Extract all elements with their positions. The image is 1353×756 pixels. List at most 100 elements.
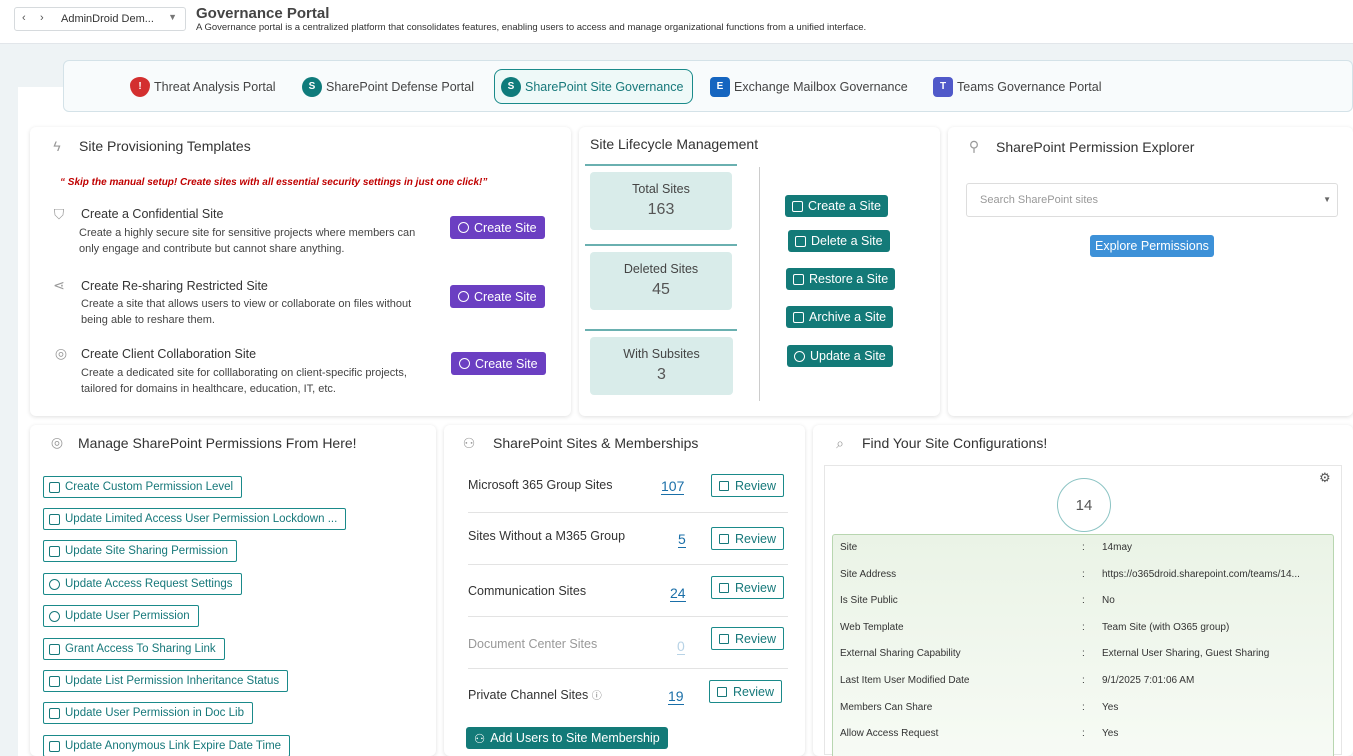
row-label: Communication Sites — [468, 584, 587, 598]
back-arrow-icon[interactable]: ‹ — [22, 12, 26, 24]
sharepoint-icon: S — [302, 76, 322, 97]
tab-sharepoint-defense[interactable]: S SharePoint Defense Portal — [296, 69, 480, 104]
review-button[interactable]: Review — [709, 680, 782, 703]
config-key: External Sharing Capability — [840, 648, 961, 659]
delete-site-button[interactable]: Delete a Site — [788, 230, 890, 252]
grant-access-sharing-link-button[interactable]: Grant Access To Sharing Link — [43, 638, 225, 660]
site-update-icon — [794, 350, 805, 362]
tenant-navigator: ‹ › AdminDroid Dem... ▼ — [14, 7, 186, 31]
config-separator: : — [1082, 702, 1085, 713]
button-label: Archive a Site — [809, 310, 887, 324]
config-value: 9/1/2025 7:01:06 AM — [1102, 675, 1195, 686]
row-label-text: Private Channel Sites — [468, 688, 589, 702]
globe-icon — [458, 222, 469, 233]
config-separator: : — [1082, 569, 1085, 580]
config-separator: : — [1082, 675, 1085, 686]
lock-icon — [49, 513, 60, 525]
button-label: Update List Permission Inheritance Statu… — [65, 675, 280, 687]
configuration-table: Site: 14may Site Address: https://o365droi… — [832, 534, 1334, 756]
manage-permissions-card: ◎ Manage SharePoint Permissions From Her… — [30, 425, 436, 756]
update-user-permission-doclib-button[interactable]: Update User Permission in Doc Lib — [43, 702, 253, 724]
config-value: No — [1102, 595, 1115, 606]
site-archive-icon — [793, 311, 804, 323]
row-count-link[interactable]: 24 — [670, 585, 686, 602]
chevron-down-icon[interactable]: ▼ — [168, 12, 177, 22]
button-label: Review — [735, 531, 776, 546]
button-label: Create a Site — [808, 199, 881, 213]
permission-explorer-card: ⚲ SharePoint Permission Explorer Search … — [948, 127, 1353, 416]
archive-site-button[interactable]: Archive a Site — [786, 306, 894, 328]
tab-sharepoint-site-governance[interactable]: S SharePoint Site Governance — [494, 69, 693, 104]
config-key: Site — [840, 542, 858, 553]
review-button[interactable]: Review — [711, 627, 784, 650]
create-custom-permission-level-button[interactable]: Create Custom Permission Level — [43, 476, 243, 498]
tab-exchange-mailbox[interactable]: E Exchange Mailbox Governance — [704, 69, 914, 104]
with-subsites-stat: With Subsites 3 — [590, 337, 733, 395]
explore-permissions-button[interactable]: Explore Permissions — [1090, 235, 1214, 257]
lifecycle-card: Site Lifecycle Management Total Sites 16… — [579, 127, 940, 416]
button-label: Update Limited Access User Permission Lo… — [65, 513, 338, 525]
template-title: Create a Confidential Site — [81, 207, 224, 221]
config-row: Is Site Public: No — [833, 588, 1333, 614]
forward-arrow-icon[interactable]: › — [40, 12, 44, 24]
config-separator: : — [1082, 622, 1085, 633]
external-link-icon — [719, 480, 729, 491]
button-label: Review — [735, 580, 776, 595]
config-value: Team Site (with O365 group) — [1102, 622, 1230, 633]
external-link-icon — [719, 533, 729, 544]
row-label: Private Channel Sites ⓘ — [468, 687, 602, 702]
row-count-link[interactable]: 107 — [661, 478, 685, 495]
sharing-icon — [49, 545, 60, 557]
create-confidential-site-button[interactable]: Create Site — [450, 216, 545, 239]
update-site-sharing-permission-button[interactable]: Update Site Sharing Permission — [43, 540, 237, 562]
restore-site-button[interactable]: Restore a Site — [786, 268, 896, 290]
membership-row: Private Channel Sites ⓘ 19 Review — [468, 669, 788, 721]
create-site-button[interactable]: Create a Site — [785, 195, 888, 217]
row-count-link[interactable]: 0 — [677, 638, 685, 655]
exchange-icon: E — [710, 76, 730, 97]
update-site-button[interactable]: Update a Site — [787, 345, 893, 367]
stat-label: Deleted Sites — [623, 262, 699, 276]
document-icon — [49, 707, 60, 719]
tab-threat-analysis[interactable]: ! Threat Analysis Portal — [124, 69, 282, 104]
row-count-link[interactable]: 5 — [678, 531, 686, 548]
stat-value: 3 — [657, 366, 666, 383]
update-limited-access-lockdown-button[interactable]: Update Limited Access User Permission Lo… — [43, 508, 347, 530]
update-list-inheritance-button[interactable]: Update List Permission Inheritance Statu… — [43, 670, 289, 692]
info-icon[interactable]: ⓘ — [592, 691, 602, 702]
membership-row: Communication Sites 24 Review — [468, 565, 788, 617]
filter-settings-icon[interactable]: ⚙ — [1319, 470, 1335, 486]
tab-teams-governance[interactable]: T Teams Governance Portal — [927, 69, 1108, 104]
review-button[interactable]: Review — [711, 527, 784, 550]
search-placeholder: Search SharePoint sites — [980, 194, 1099, 206]
template-title: Create Re-sharing Restricted Site — [81, 279, 268, 293]
config-value: Yes — [1102, 702, 1119, 713]
config-row: External Sharing Capability: External Use… — [833, 641, 1333, 667]
config-row: Site Address: https://o365droid.sharepoin… — [833, 562, 1333, 588]
update-access-request-settings-button[interactable]: Update Access Request Settings — [43, 573, 242, 595]
stat-label: With Subsites — [623, 347, 700, 361]
row-label: Sites Without a M365 Group — [468, 529, 626, 543]
update-user-permission-button[interactable]: Update User Permission — [43, 605, 199, 627]
permission-icon — [49, 481, 60, 493]
search-icon: ⚲ — [968, 138, 980, 154]
review-button[interactable]: Review — [711, 474, 784, 497]
add-users-to-membership-button[interactable]: ⚇ Add Users to Site Membership — [466, 727, 668, 749]
button-label: Update Anonymous Link Expire Date Time — [65, 740, 282, 752]
create-client-collaboration-site-button[interactable]: Create Site — [451, 352, 546, 375]
configuration-panel: 14 ⚙ Site: 14may Site Address: https://o36… — [824, 465, 1342, 756]
row-label: Microsoft 365 Group Sites — [468, 478, 613, 492]
config-key: Site Address — [840, 569, 897, 580]
users-icon: ⚇ — [462, 435, 476, 451]
review-button[interactable]: Review — [711, 576, 784, 599]
globe-icon — [458, 291, 469, 302]
button-label: Create Site — [474, 289, 537, 304]
row-count-link[interactable]: 19 — [668, 688, 684, 705]
tenant-select[interactable]: AdminDroid Dem... — [61, 13, 154, 25]
site-search-select[interactable]: Search SharePoint sites ▼ — [966, 183, 1338, 217]
tab-label: SharePoint Site Governance — [525, 79, 684, 94]
template-desc: Create a dedicated site for colllaborati… — [81, 367, 407, 395]
divider — [585, 164, 737, 166]
create-reshare-restricted-site-button[interactable]: Create Site — [450, 285, 545, 308]
update-anonymous-link-expiry-button[interactable]: Update Anonymous Link Expire Date Time — [43, 735, 291, 756]
